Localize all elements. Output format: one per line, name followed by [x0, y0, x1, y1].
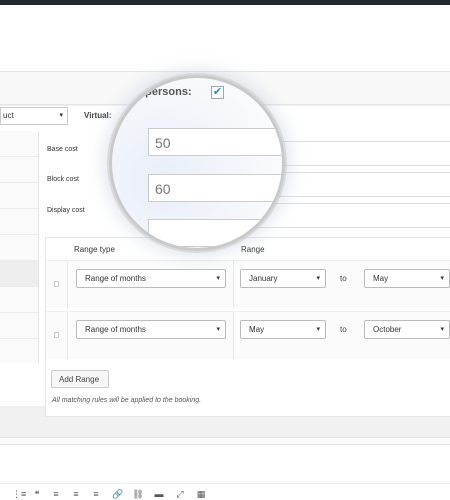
column-divider	[67, 261, 68, 309]
chevron-down-icon: ▾	[316, 275, 320, 282]
column-divider	[233, 261, 234, 309]
panel-footer	[0, 437, 450, 445]
checkbox-checked-icon[interactable]: ✔	[211, 86, 224, 99]
tab-general[interactable]	[0, 131, 38, 157]
zoomed-base-cost-input[interactable]: 50	[148, 128, 282, 156]
cost-range-rules-table: Range type Range Range of months ▾ Januar…	[45, 237, 450, 417]
list-icon[interactable]: ⋮≡	[12, 488, 26, 500]
table-row: Range of months ▾ May ▾ to October ▾	[46, 311, 450, 360]
range-type-value: Range of months	[85, 274, 146, 283]
range-to-select[interactable]: May ▾	[364, 269, 450, 288]
range-type-value: Range of months	[85, 325, 146, 334]
range-from-select[interactable]: May ▾	[240, 320, 326, 339]
align-left-icon[interactable]: ≡	[50, 488, 62, 500]
tab-linked[interactable]	[0, 209, 38, 235]
chevron-down-icon: ▾	[440, 275, 444, 282]
table-row: Range of months ▾ January ▾ to May ▾	[46, 260, 450, 309]
product-type-value: uct	[3, 111, 14, 120]
column-divider	[233, 312, 234, 360]
chevron-down-icon: ▾	[59, 112, 63, 119]
editor-toolbar: ⋮≡ ❝ ≡ ≡ ≡ 🔗 ⛓ ▬ ⤢ ▦	[0, 483, 450, 500]
has-persons-label: e persons:	[136, 86, 192, 98]
drag-handle-icon[interactable]	[54, 332, 59, 338]
read-more-icon[interactable]: ▬	[153, 488, 165, 500]
tab-advanced[interactable]	[0, 313, 38, 339]
chevron-down-icon: ▾	[216, 275, 220, 282]
range-type-select[interactable]: Range of months ▾	[76, 269, 226, 288]
range-to-select[interactable]: October ▾	[364, 320, 450, 339]
fullscreen-icon[interactable]: ⤢	[174, 488, 186, 500]
magnifier-lens: e persons: ✔ 50 60	[109, 75, 285, 251]
virtual-label: Virtual:	[84, 111, 112, 120]
tab-availability[interactable]	[0, 287, 38, 313]
chevron-down-icon: ▾	[316, 326, 320, 333]
range-from-value: May	[249, 325, 265, 334]
tab-shipping[interactable]	[0, 183, 38, 209]
toolbar-toggle-icon[interactable]: ▦	[195, 488, 207, 500]
tab-attributes[interactable]	[0, 235, 38, 261]
range-from-value: January	[249, 274, 278, 283]
add-range-button[interactable]: Add Range	[51, 370, 109, 388]
range-to-value: October	[373, 325, 402, 334]
to-label: to	[340, 274, 347, 283]
block-cost-label: Block cost	[47, 176, 79, 183]
page-background	[0, 5, 450, 71]
product-type-select[interactable]: uct ▾	[0, 107, 68, 125]
link-icon[interactable]: 🔗	[112, 488, 124, 500]
rules-note: All matching rules will be applied to th…	[52, 397, 202, 404]
drag-handle-icon[interactable]	[54, 281, 59, 287]
chevron-down-icon: ▾	[216, 326, 220, 333]
to-label: to	[340, 325, 347, 334]
align-center-icon[interactable]: ≡	[70, 488, 82, 500]
range-to-value: May	[373, 274, 389, 283]
range-type-header: Range type	[74, 245, 115, 254]
tab-costs[interactable]	[0, 261, 38, 287]
product-data-tabs	[0, 131, 39, 363]
zoomed-block-cost-input[interactable]: 60	[148, 174, 282, 202]
tab-inventory[interactable]	[0, 157, 38, 183]
unlink-icon[interactable]: ⛓	[132, 488, 144, 500]
chevron-down-icon: ▾	[440, 326, 444, 333]
base-cost-label: Base cost	[47, 146, 78, 153]
blockquote-icon[interactable]: ❝	[31, 488, 43, 500]
range-type-select[interactable]: Range of months ▾	[76, 320, 226, 339]
align-right-icon[interactable]: ≡	[90, 488, 102, 500]
display-cost-label: Display cost	[47, 207, 85, 214]
range-from-select[interactable]: January ▾	[240, 269, 326, 288]
zoomed-display-cost-input[interactable]	[148, 219, 282, 247]
column-divider	[67, 312, 68, 360]
